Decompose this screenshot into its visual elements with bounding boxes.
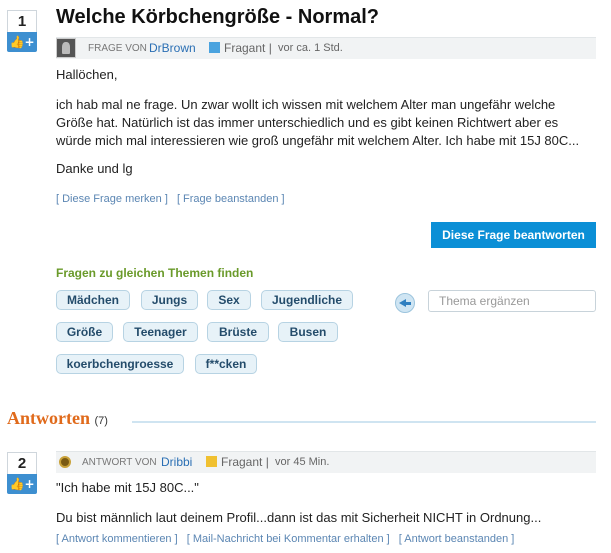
report-question-link[interactable]: [ Frage beanstanden ] [177,193,285,205]
topic-tag[interactable]: Mädchen [56,290,130,310]
mail-notification-link[interactable]: [ Mail-Nachricht bei Kommentar erhalten … [187,533,390,545]
flag-icon [209,42,220,53]
topic-tag[interactable]: Größe [56,322,113,342]
topic-tag[interactable]: Jugendliche [261,290,353,310]
question-time: vor ca. 1 Std. [278,42,343,54]
topic-tag[interactable]: f**cken [195,354,257,374]
question-closing: Danke und lg [56,161,133,176]
thumbs-up-plus-icon[interactable]: 👍+ [7,474,37,494]
user-avatar[interactable] [56,38,76,58]
question-body: ich hab mal ne frage. Un zwar wollt ich … [56,97,580,148]
answer-links: [ Antwort kommentieren ] [ Mail-Nachrich… [56,533,520,545]
answer-time: vor 45 Min. [275,456,330,468]
answers-heading: Antworten (7) [7,408,108,429]
answers-count: (7) [94,415,108,427]
thumbs-up-plus-icon[interactable]: 👍+ [7,32,37,52]
topic-tag[interactable]: koerbchengroesse [56,354,184,374]
meta-label: ANTWORT VON [82,457,157,468]
question-vote-box: 1 👍+ [7,10,37,52]
author-role: Fragant | [209,38,272,59]
answer-question-button[interactable]: Diese Frage beantworten [431,222,596,248]
vote-count: 2 [7,452,37,474]
question-greeting: Hallöchen, [56,67,118,82]
author-link[interactable]: DrBrown [149,38,196,59]
answers-divider [132,421,596,423]
remember-question-link[interactable]: [ Diese Frage merken ] [56,193,168,205]
topic-tag[interactable]: Sex [207,290,251,310]
question-links: [ Diese Frage merken ] [ Frage beanstand… [56,193,291,205]
topic-tag[interactable]: Teenager [123,322,198,342]
answer-vote-box: 2 👍+ [7,452,37,494]
topic-tag[interactable]: Brüste [207,322,269,342]
topic-tag[interactable]: Jungs [141,290,198,310]
comment-answer-link[interactable]: [ Antwort kommentieren ] [56,533,178,545]
answer-meta-bar: ANTWORT VON Dribbi Fragant | vor 45 Min. [56,451,596,473]
add-topic-input[interactable] [428,290,596,312]
question-title: Welche Körbchengröße - Normal? [56,6,380,28]
author-role: Fragant | [206,452,269,473]
author-link[interactable]: Dribbi [161,452,192,473]
topic-tag[interactable]: Busen [278,322,338,342]
arrow-left-icon[interactable] [395,293,415,313]
user-rank-icon [59,456,71,468]
answer-quote: "Ich habe mit 15J 80C..." [56,480,199,495]
question-meta-bar: FRAGE VON DrBrown Fragant | vor ca. 1 St… [56,37,596,59]
topics-heading: Fragen zu gleichen Themen finden [56,266,254,280]
answer-text: Du bist männlich laut deinem Profil...da… [56,510,542,525]
flag-icon [206,456,217,467]
answers-title: Antworten [7,408,90,428]
vote-count: 1 [7,10,37,32]
report-answer-link[interactable]: [ Antwort beanstanden ] [399,533,515,545]
meta-label: FRAGE VON [88,43,147,54]
